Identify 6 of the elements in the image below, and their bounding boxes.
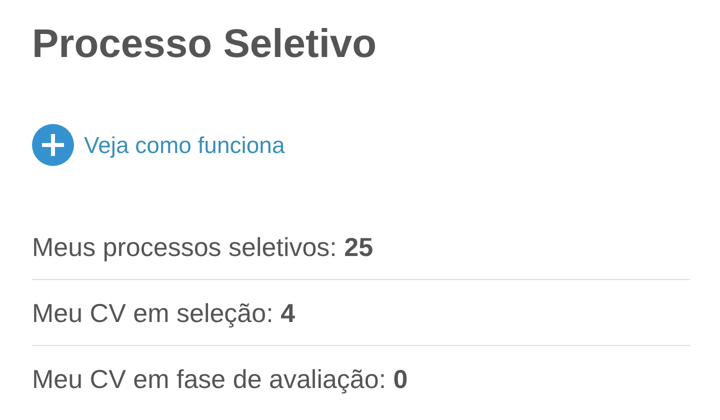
stat-line: Meu CV em fase de avaliação: 0: [32, 363, 408, 395]
page-title: Processo Seletivo: [32, 21, 377, 68]
stat-line: Meu CV em seleção: 4: [32, 296, 296, 328]
stat-line: Meus processos seletivos: 25: [32, 230, 374, 262]
plus-icon: [32, 124, 74, 166]
how-it-works-link[interactable]: Veja como funciona: [32, 124, 285, 166]
